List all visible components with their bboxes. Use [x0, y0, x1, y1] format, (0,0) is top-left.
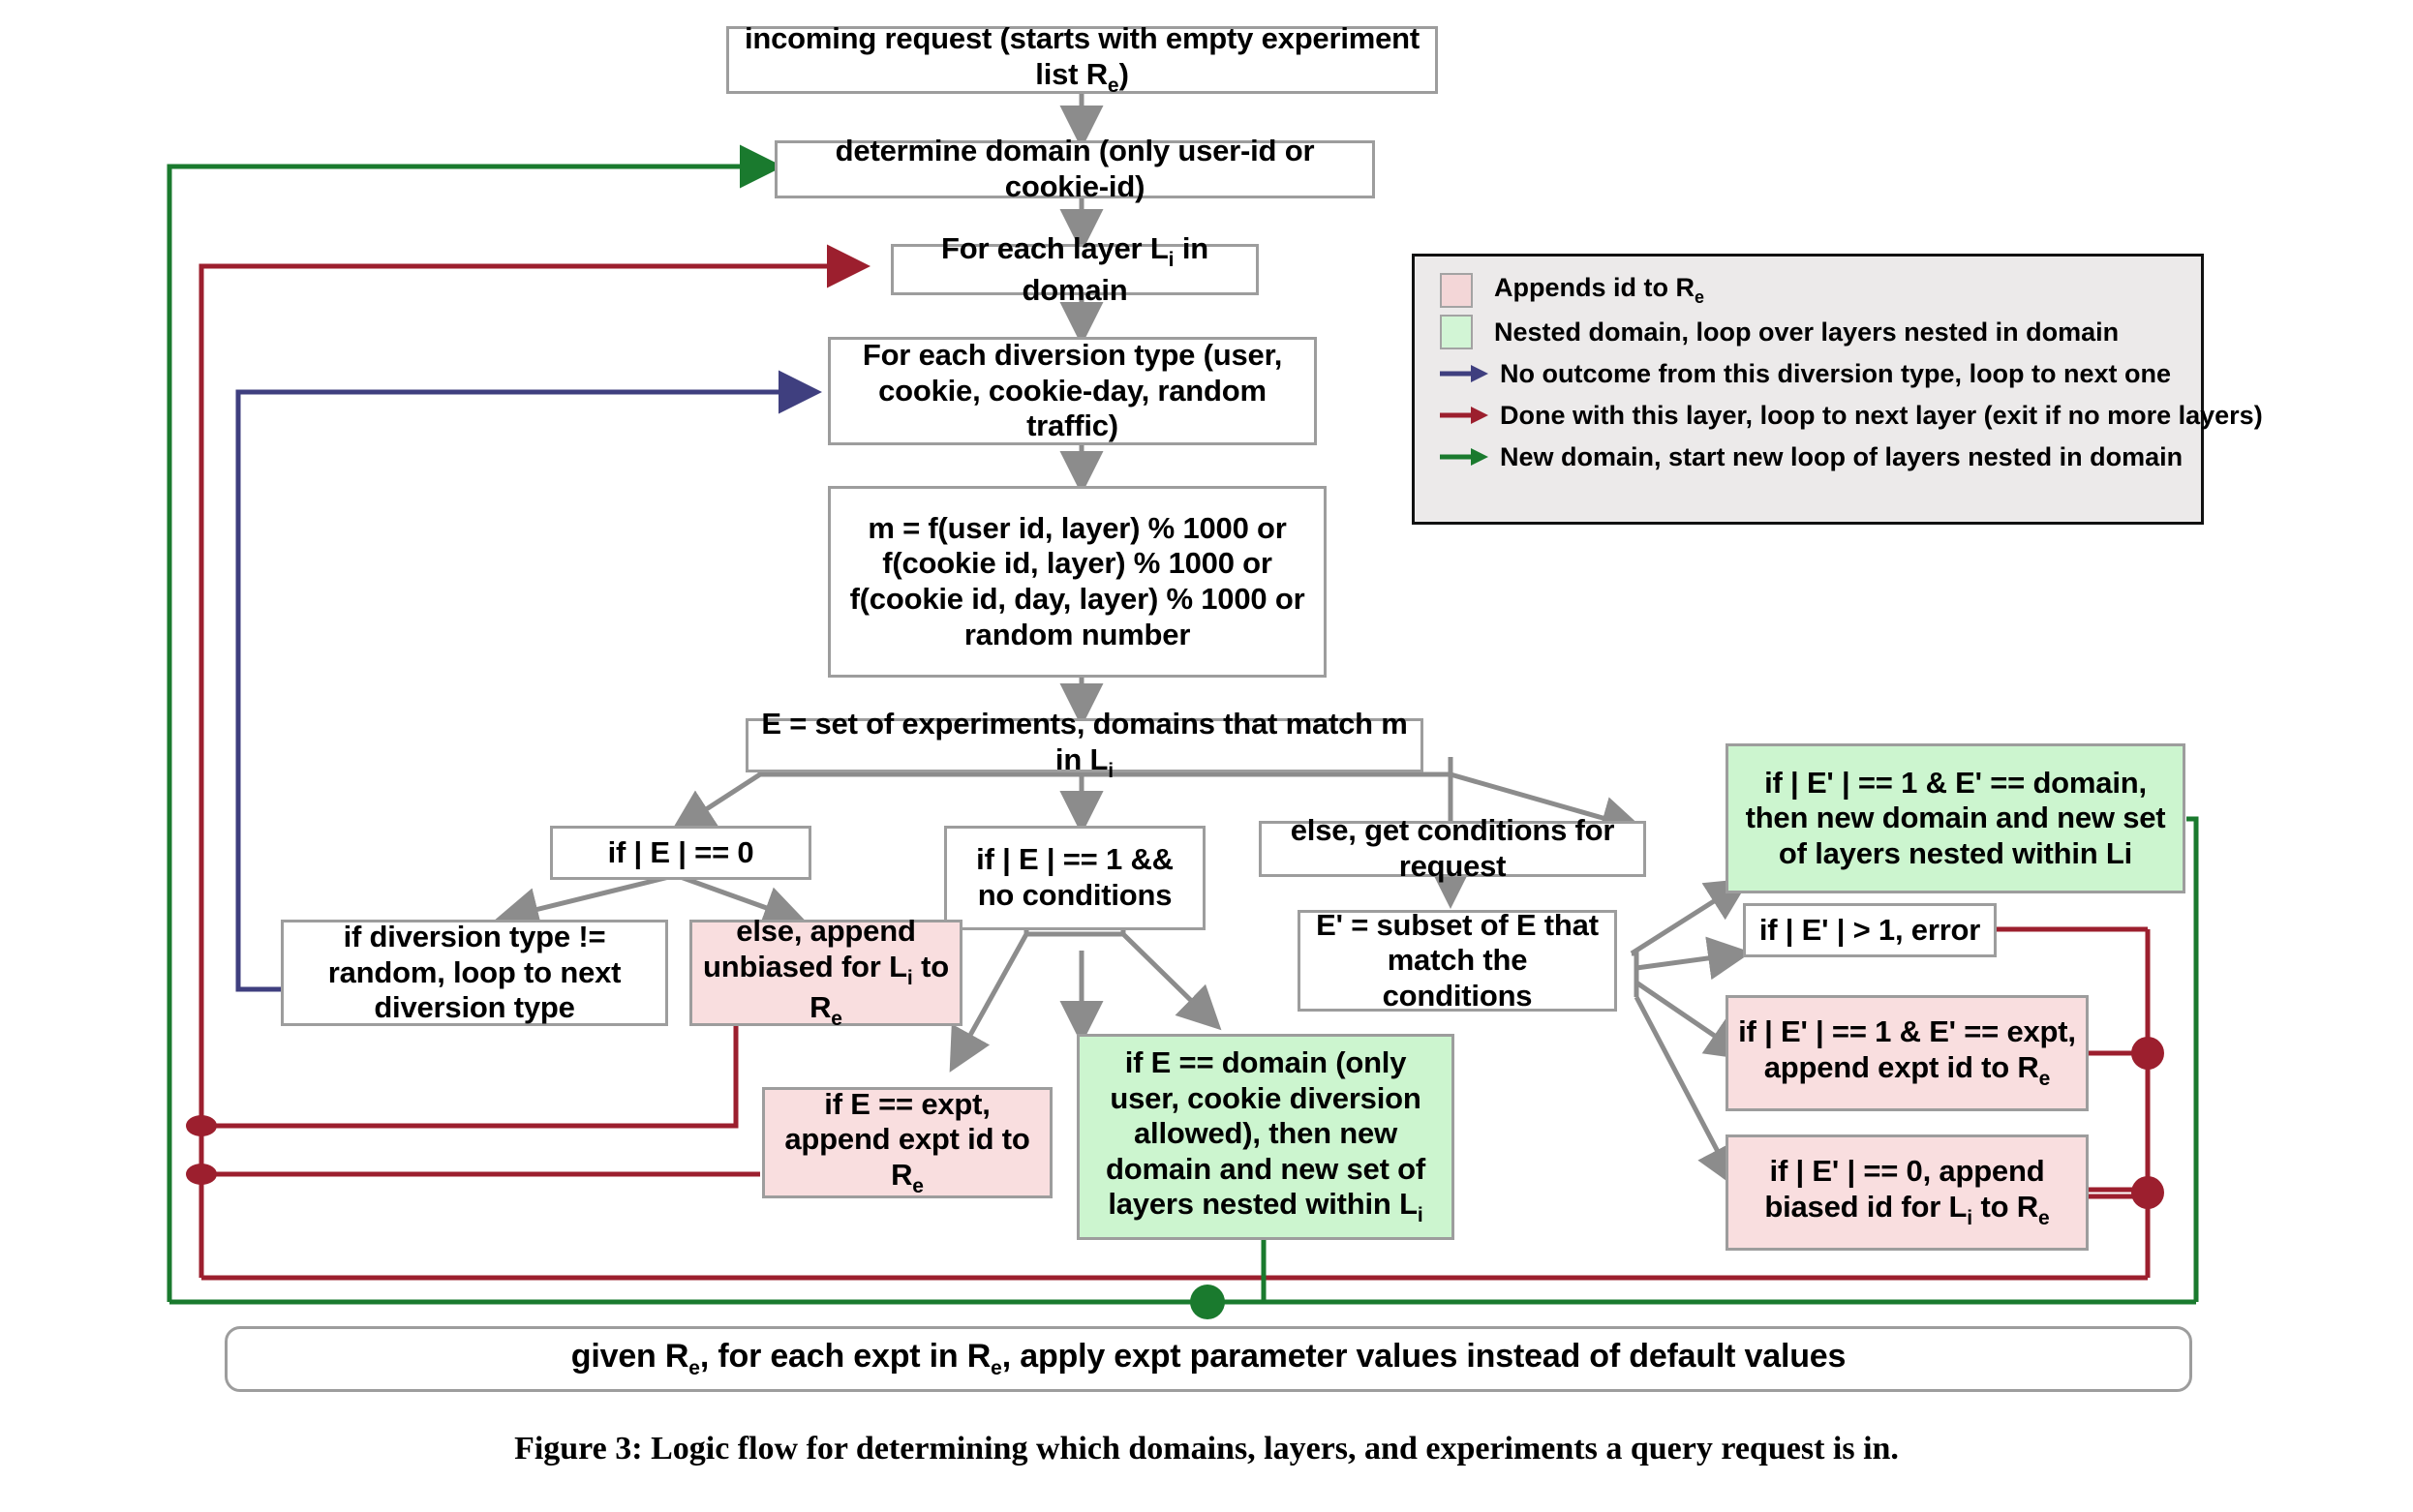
- green-square-icon: [1440, 315, 1473, 349]
- figure-canvas: incoming request (starts with empty expe…: [0, 0, 2413, 1512]
- dark-red-arrow-icon: [1440, 407, 1488, 424]
- legend-item-nested-domain-label: Nested domain, loop over layers nested i…: [1494, 317, 2120, 347]
- legend-item-appends-id: Appends id to Re: [1440, 273, 2180, 308]
- legend-item-done-with-layer-label: Done with this layer, loop to next layer…: [1500, 400, 2263, 430]
- node-else-append-unbiased-label: else, append unbiased for Li to Re: [703, 913, 949, 1031]
- node-if-diversion-not-random-label: if diversion type != random, loop to nex…: [327, 920, 622, 1025]
- node-if-e-expt-append[interactable]: if E == expt, append expt id to Re: [762, 1087, 1053, 1198]
- node-if-e-equals-zero[interactable]: if | E | == 0: [550, 826, 811, 880]
- node-apply-expt-parameters[interactable]: given Re, for each expt in Re, apply exp…: [225, 1326, 2192, 1392]
- node-ep-greater-one-error[interactable]: if | E' | > 1, error: [1743, 903, 1997, 957]
- node-ep-zero-append-biased-label: if | E' | == 0, append biased id for Li …: [1764, 1154, 2050, 1229]
- node-ep-greater-one-error-label: if | E' | > 1, error: [1758, 912, 1981, 947]
- node-for-each-layer-label: For each layer Li in domain: [941, 230, 1208, 307]
- blue-arrow-icon: [1440, 365, 1488, 382]
- node-if-e-equals-zero-label: if | E | == 0: [607, 834, 754, 869]
- legend-item-new-domain: New domain, start new loop of layers nes…: [1440, 440, 2184, 473]
- node-if-e-one-no-conditions-label: if | E | == 1 && no conditions: [976, 842, 1174, 912]
- figure-caption: Figure 3: Logic flow for determining whi…: [514, 1431, 1899, 1467]
- node-ep-one-expt-append[interactable]: if | E' | == 1 & E' == expt, append expt…: [1726, 995, 2089, 1111]
- node-else-get-conditions-label: else, get conditions for request: [1290, 813, 1615, 883]
- legend-panel: Appends id to Re Nested domain, loop ove…: [1412, 254, 2263, 525]
- node-apply-expt-parameters-label: given Re, for each expt in Re, apply exp…: [570, 1338, 1847, 1380]
- node-ep-one-domain[interactable]: if | E' | == 1 & E' == domain, then new …: [1726, 743, 2185, 893]
- node-incoming-request[interactable]: incoming request (starts with empty expe…: [726, 21, 1438, 97]
- legend-item-done-with-layer: Done with this layer, loop to next layer…: [1440, 399, 2263, 432]
- node-for-each-layer[interactable]: For each layer Li in domain: [891, 231, 1259, 307]
- pink-square-icon: [1440, 273, 1473, 308]
- legend-item-no-outcome: No outcome from this diversion type, loo…: [1440, 357, 2180, 390]
- node-if-e-domain-nested[interactable]: if E == domain (only user, cookie divers…: [1077, 1034, 1454, 1240]
- node-if-diversion-not-random[interactable]: if diversion type != random, loop to nex…: [281, 920, 668, 1026]
- node-determine-domain[interactable]: determine domain (only user-id or cookie…: [775, 134, 1375, 203]
- node-compute-m[interactable]: m = f(user id, layer) % 1000 or f(cookie…: [828, 486, 1327, 678]
- node-e-prime-subset[interactable]: E' = subset of E that match the conditio…: [1298, 907, 1617, 1013]
- node-set-of-experiments[interactable]: E = set of experiments, domains that mat…: [746, 707, 1423, 782]
- node-determine-domain-label: determine domain (only user-id or cookie…: [835, 134, 1315, 203]
- node-e-prime-subset-label: E' = subset of E that match the conditio…: [1316, 907, 1599, 1013]
- node-ep-one-expt-append-label: if | E' | == 1 & E' == expt, append expt…: [1738, 1014, 2076, 1090]
- node-incoming-request-label: incoming request (starts with empty expe…: [744, 21, 1420, 97]
- node-compute-m-label: m = f(user id, layer) % 1000 or f(cookie…: [849, 510, 1305, 651]
- legend-item-appends-id-label: Appends id to Re: [1494, 273, 1704, 307]
- node-else-get-conditions[interactable]: else, get conditions for request: [1259, 813, 1646, 883]
- node-if-e-domain-nested-label: if E == domain (only user, cookie divers…: [1106, 1044, 1425, 1227]
- node-else-append-unbiased[interactable]: else, append unbiased for Li to Re: [689, 914, 962, 1030]
- node-ep-one-domain-label: if | E' | == 1 & E' == domain, then new …: [1745, 765, 2166, 870]
- green-arrow-icon: [1440, 448, 1488, 466]
- node-if-e-one-no-conditions[interactable]: if | E | == 1 && no conditions: [944, 826, 1206, 930]
- node-ep-zero-append-biased[interactable]: if | E' | == 0, append biased id for Li …: [1726, 1134, 2089, 1251]
- node-for-each-diversion-type[interactable]: For each diversion type (user, cookie, c…: [828, 337, 1317, 445]
- node-set-of-experiments-label: E = set of experiments, domains that mat…: [761, 707, 1408, 782]
- legend-item-no-outcome-label: No outcome from this diversion type, loo…: [1500, 358, 2172, 388]
- node-if-e-expt-append-label: if E == expt, append expt id to Re: [784, 1086, 1030, 1197]
- legend-item-new-domain-label: New domain, start new loop of layers nes…: [1500, 441, 2184, 471]
- legend-item-nested-domain: Nested domain, loop over layers nested i…: [1440, 315, 2180, 349]
- node-for-each-diversion-type-label: For each diversion type (user, cookie, c…: [862, 338, 1283, 443]
